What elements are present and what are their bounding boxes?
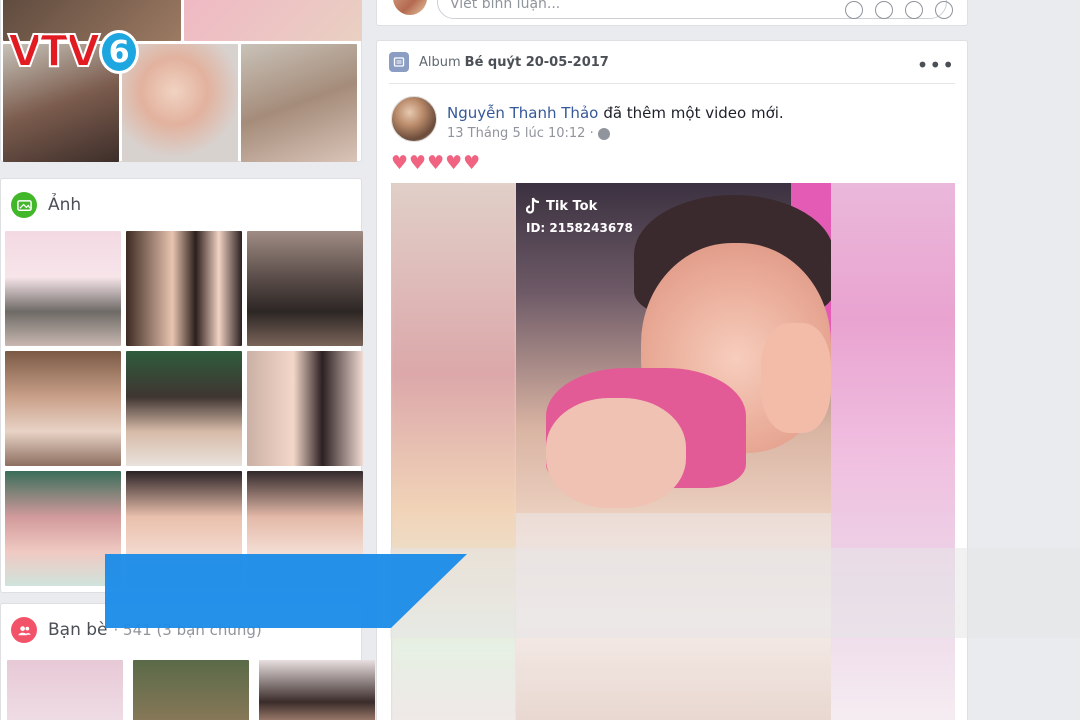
more-options-icon[interactable]: ••• [917,53,955,77]
friend-photo[interactable] [259,660,375,720]
broadcaster-logo-text: VTV [7,26,101,77]
photo-thumb[interactable] [5,471,121,586]
photos-section: Ảnh [0,178,363,593]
post-timestamp: 13 Tháng 5 lúc 10:12 · [447,126,610,141]
comment-composer: Viết bình luận... [376,0,968,26]
image-icon [11,192,37,218]
avatar[interactable] [393,0,427,15]
album-prefix: Album [419,54,461,70]
gif-icon[interactable] [905,1,923,19]
photo-thumb[interactable] [126,351,242,466]
post-album-header: Album Bé quýt 20-05-2017 ••• [389,41,955,84]
album-icon [389,52,409,72]
photos-title[interactable]: Ảnh [48,195,81,215]
author-line: Nguyễn Thanh Thảo đã thêm một video mới. [447,104,784,122]
photo-thumb[interactable] [247,231,363,346]
album-name-link[interactable]: Bé quýt 20-05-2017 [465,55,609,70]
video-frame: Tik Tok ID: 2158243678 [516,183,831,720]
album-photos-card [0,0,362,162]
tiktok-icon [525,197,541,215]
camera-icon[interactable] [875,1,893,19]
baby-hand [761,323,831,433]
globe-icon[interactable] [597,127,610,140]
comment-tools [845,1,953,19]
post-author-row: Nguyễn Thanh Thảo đã thêm một video mới. … [377,84,967,146]
tiktok-watermark: Tik Tok [525,197,598,215]
baby-arm [546,398,686,508]
photo-thumb[interactable] [5,351,121,466]
friend-photo[interactable] [7,660,123,720]
sticker-icon[interactable] [935,1,953,19]
photo-thumb[interactable] [247,351,363,466]
tiktok-label: Tik Tok [546,198,598,214]
photo-thumb[interactable] [241,44,357,162]
video-player[interactable]: Tik Tok ID: 2158243678 [391,183,955,720]
photo-thumb[interactable] [5,231,121,346]
video-blur-right [831,183,955,720]
tiktok-id: ID: 2158243678 [526,221,633,235]
post-message: ♥♥♥♥♥ [391,152,482,174]
emoji-icon[interactable] [845,1,863,19]
friend-photo[interactable] [133,660,249,720]
timestamp-link[interactable]: 13 Tháng 5 lúc 10:12 · [447,126,594,141]
post-action-text: đã thêm một video mới. [603,104,784,122]
broadcaster-logo-number: 6 [99,30,140,74]
lower-third-band [390,548,1080,638]
photo-thumb[interactable] [122,44,238,162]
friends-icon [11,617,37,643]
author-avatar[interactable] [391,96,437,142]
author-name-link[interactable]: Nguyễn Thanh Thảo [447,104,598,122]
broadcaster-logo: VTV 6 [7,26,140,77]
video-blur-left [391,183,516,720]
friends-title[interactable]: Bạn bè [48,620,108,640]
photo-thumb[interactable] [126,231,242,346]
photo-thumb[interactable] [184,0,362,41]
